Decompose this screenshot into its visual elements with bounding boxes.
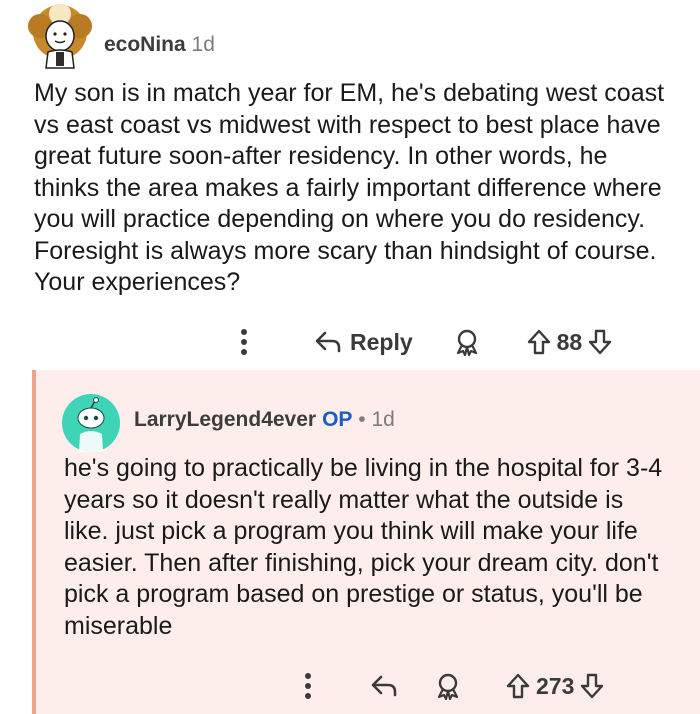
- upvote-button[interactable]: [506, 673, 530, 699]
- reply-icon: [315, 331, 341, 353]
- thread-line[interactable]: [32, 370, 36, 714]
- upvote-icon: [527, 329, 550, 355]
- award-button[interactable]: [453, 328, 481, 356]
- comment-age: 1d: [371, 408, 395, 431]
- separator-dot: •: [358, 408, 366, 431]
- upvote-icon: [506, 673, 530, 699]
- downvote-icon: [581, 673, 604, 699]
- reply-button[interactable]: [370, 674, 398, 698]
- more-options-button[interactable]: [232, 322, 256, 362]
- avatar[interactable]: [24, 3, 96, 70]
- vote-count: 273: [536, 672, 575, 699]
- downvote-icon: [589, 329, 612, 355]
- comment-author-line: ecoNina 1d: [104, 33, 215, 57]
- downvote-button[interactable]: [588, 329, 612, 355]
- username[interactable]: LarryLegend4ever: [134, 408, 316, 431]
- award-icon: [437, 673, 459, 700]
- comment-actions: 273: [296, 666, 604, 706]
- comment-author-line: LarryLegend4ever OP • 1d: [134, 408, 395, 432]
- comment-actions: Reply 88: [232, 322, 612, 362]
- reply-button[interactable]: Reply: [314, 329, 413, 356]
- comment-body: he's going to practically be living in t…: [64, 454, 663, 640]
- more-icon: [241, 329, 247, 355]
- vote-count: 88: [556, 328, 583, 355]
- reply-icon: [371, 675, 397, 697]
- comment-body: My son is in match year for EM, he's deb…: [34, 79, 665, 296]
- more-options-button[interactable]: [296, 666, 320, 706]
- award-button[interactable]: [434, 672, 462, 700]
- more-icon: [305, 673, 311, 699]
- op-badge: OP: [322, 408, 353, 431]
- reply-label: Reply: [350, 328, 413, 355]
- downvote-button[interactable]: [580, 673, 604, 699]
- upvote-button[interactable]: [527, 329, 551, 355]
- avatar[interactable]: [62, 394, 120, 452]
- comment-age: 1d: [191, 33, 215, 56]
- award-icon: [456, 329, 477, 356]
- username[interactable]: ecoNina: [104, 33, 186, 56]
